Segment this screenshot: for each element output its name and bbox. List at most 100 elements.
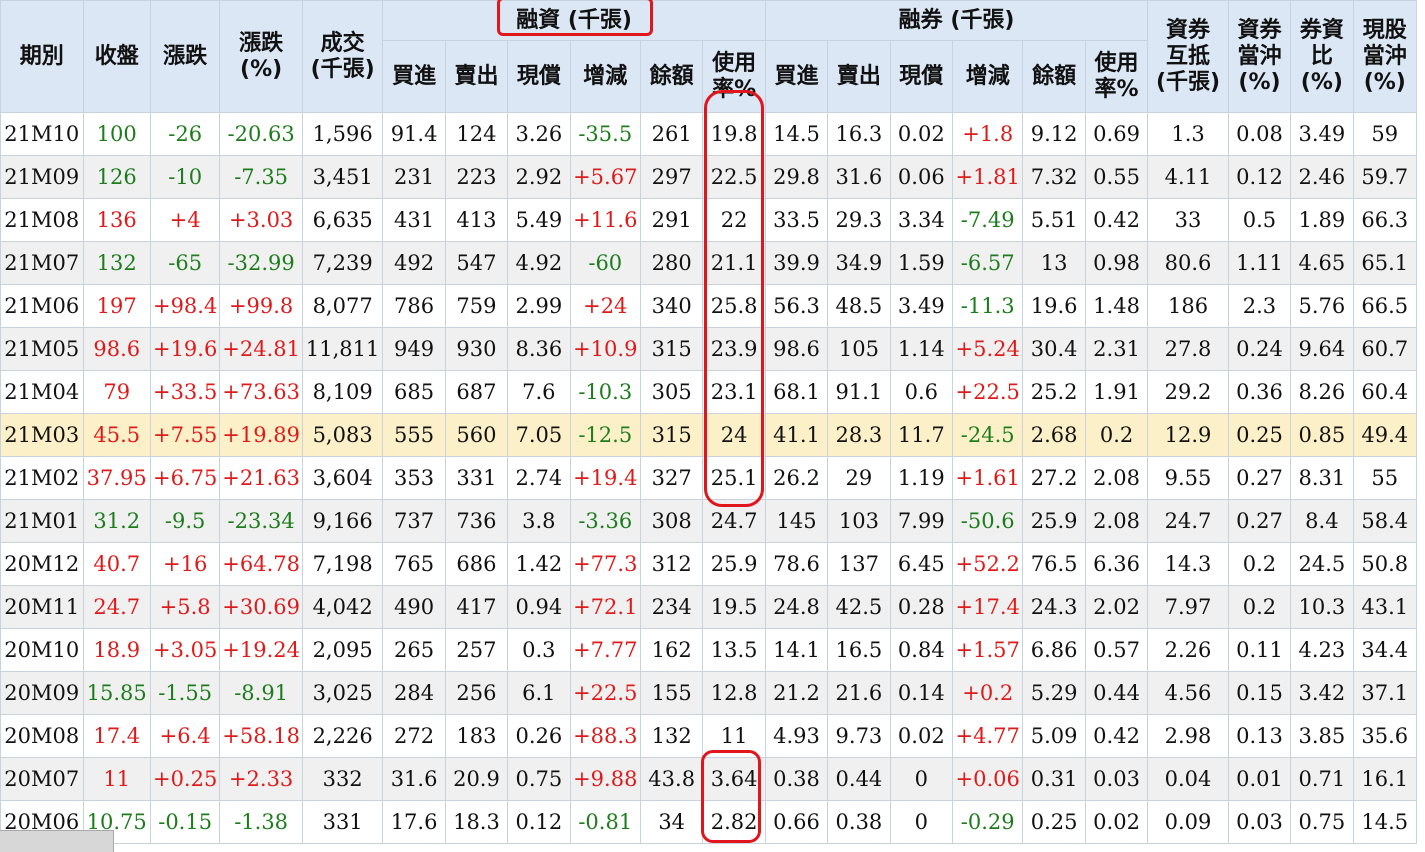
margin-buy-cell: 765	[382, 542, 446, 586]
header-volume[interactable]: 成交 (千張)	[301, 0, 384, 113]
short-buy-cell: 41.1	[764, 413, 829, 457]
table-row[interactable]: 20M11 24.7 +5.8 +30.69 4,042 490 417 0.94 +72.1 2…	[0, 585, 1418, 629]
change-cell: +4	[149, 198, 221, 242]
table-row[interactable]: 20M10 18.9 +3.05 +19.24 2,095 265 257 0.3 +7.77 1…	[0, 628, 1418, 672]
short-buy-cell: 24.8	[764, 585, 829, 629]
short-net-cell: +52.2	[951, 542, 1024, 586]
table-row[interactable]: 20M06 10.75 -0.15 -1.38 331 17.6 18.3 0.12 -0.81…	[0, 800, 1418, 844]
margin-sell-cell: 413	[444, 198, 509, 242]
change-pct-cell: +21.63	[219, 456, 303, 500]
short-buy-cell: 39.9	[764, 241, 829, 285]
header-short-usage[interactable]: 使用 率%	[1084, 40, 1149, 113]
short-repay-cell: 0.14	[889, 671, 954, 715]
header-margin-buy[interactable]: 買進	[382, 40, 446, 113]
table-row[interactable]: 21M03 45.5 +7.55 +19.89 5,083 555 560 7.05 -12.5…	[0, 413, 1418, 457]
header-short-buy[interactable]: 買進	[764, 40, 829, 113]
close-cell: 24.7	[82, 585, 151, 629]
margin-net-cell: +11.6	[569, 198, 641, 242]
change-pct-cell: -7.35	[219, 155, 303, 199]
margin-repay-cell: 8.36	[507, 327, 571, 371]
margin-sell-cell: 759	[444, 284, 509, 328]
header-margin-sell[interactable]: 賣出	[444, 40, 509, 113]
header-change-pct[interactable]: 漲跌 (%)	[219, 0, 303, 113]
short-margin-ratio-cell: 4.23	[1290, 628, 1354, 672]
offset-cell: 1.3	[1147, 112, 1229, 156]
table-row[interactable]: 21M07 132 -65 -32.99 7,239 492 547 4.92 -60 280 21…	[0, 241, 1418, 285]
offset-cell: 24.7	[1147, 499, 1229, 543]
short-usage-cell: 0.42	[1084, 714, 1149, 758]
table-row[interactable]: 20M12 40.7 +16 +64.78 7,198 765 686 1.42 +77.3 31…	[0, 542, 1418, 586]
table-row[interactable]: 21M04 79 +33.5 +73.63 8,109 685 687 7.6 -10.3 305…	[0, 370, 1418, 414]
short-buy-cell: 0.38	[764, 757, 829, 801]
margin-sell-cell: 686	[444, 542, 509, 586]
change-pct-cell: +2.33	[219, 757, 303, 801]
short-buy-cell: 78.6	[764, 542, 829, 586]
offset-cell: 14.3	[1147, 542, 1229, 586]
margin-usage-cell: 13.5	[702, 628, 766, 672]
short-margin-ratio-cell: 8.4	[1290, 499, 1354, 543]
margin-balance-cell: 297	[639, 155, 704, 199]
short-net-cell: -11.3	[951, 284, 1024, 328]
table-row[interactable]: 21M09 126 -10 -7.35 3,451 231 223 2.92 +5.67 297 2…	[0, 155, 1418, 199]
header-close[interactable]: 收盤	[82, 0, 151, 113]
daytrade-cell: 1.11	[1227, 241, 1292, 285]
margin-balance-cell: 132	[639, 714, 704, 758]
short-net-cell: +4.77	[951, 714, 1024, 758]
margin-balance-cell: 308	[639, 499, 704, 543]
margin-buy-cell: 231	[382, 155, 446, 199]
short-balance-cell: 25.9	[1022, 499, 1086, 543]
short-net-cell: -24.5	[951, 413, 1024, 457]
header-margin-usage[interactable]: 使用 率%	[702, 40, 766, 113]
change-pct-cell: -1.38	[219, 800, 303, 844]
header-margin-net[interactable]: 增減	[569, 40, 641, 113]
table-row[interactable]: 21M01 31.2 -9.5 -23.34 9,166 737 736 3.8 -3.36 30…	[0, 499, 1418, 543]
short-usage-cell: 6.36	[1084, 542, 1149, 586]
cash-daytrade-cell: 65.1	[1352, 241, 1418, 285]
volume-cell: 8,109	[301, 370, 384, 414]
table-row[interactable]: 21M10 100 -26 -20.63 1,596 91.4 124 3.26 -35.5 26…	[0, 112, 1418, 156]
period-cell: 21M08	[0, 198, 84, 242]
short-margin-ratio-cell: 5.76	[1290, 284, 1354, 328]
header-cash-daytrade[interactable]: 現股 當沖 (%)	[1352, 0, 1418, 113]
header-margin-balance[interactable]: 餘額	[639, 40, 704, 113]
header-short-net[interactable]: 增減	[951, 40, 1024, 113]
period-cell: 20M07	[0, 757, 84, 801]
header-change[interactable]: 漲跌	[149, 0, 221, 113]
margin-usage-cell: 22.5	[702, 155, 766, 199]
margin-buy-cell: 431	[382, 198, 446, 242]
table-row[interactable]: 21M02 37.95 +6.75 +21.63 3,604 353 331 2.74 +19.…	[0, 456, 1418, 500]
header-margin-repay[interactable]: 現償	[507, 40, 571, 113]
short-net-cell: +0.2	[951, 671, 1024, 715]
table-row[interactable]: 21M08 136 +4 +3.03 6,635 431 413 5.49 +11.6 291 22…	[0, 198, 1418, 242]
change-cell: +0.25	[149, 757, 221, 801]
header-short-sell[interactable]: 賣出	[827, 40, 891, 113]
margin-net-cell: -60	[569, 241, 641, 285]
margin-repay-cell: 4.92	[507, 241, 571, 285]
short-repay-cell: 0	[889, 800, 954, 844]
change-cell: +6.75	[149, 456, 221, 500]
short-sell-cell: 105	[827, 327, 891, 371]
header-period[interactable]: 期別	[0, 0, 84, 113]
table-row[interactable]: 21M05 98.6 +19.6 +24.81 11,811 949 930 8.36 +10.…	[0, 327, 1418, 371]
table-row[interactable]: 20M09 15.85 -1.55 -8.91 3,025 284 256 6.1 +22.5 1…	[0, 671, 1418, 715]
close-cell: 136	[82, 198, 151, 242]
header-short-repay[interactable]: 現償	[889, 40, 954, 113]
table-row[interactable]: 20M07 11 +0.25 +2.33 332 31.6 20.9 0.75 +9.88 43.…	[0, 757, 1418, 801]
horizontal-scrollbar[interactable]	[0, 830, 114, 852]
short-repay-cell: 11.7	[889, 413, 954, 457]
short-sell-cell: 103	[827, 499, 891, 543]
short-net-cell: +1.57	[951, 628, 1024, 672]
short-margin-ratio-cell: 8.31	[1290, 456, 1354, 500]
table-row[interactable]: 20M08 17.4 +6.4 +58.18 2,226 272 183 0.26 +88.3 1…	[0, 714, 1418, 758]
margin-repay-cell: 2.92	[507, 155, 571, 199]
header-short-balance[interactable]: 餘額	[1022, 40, 1086, 113]
change-pct-cell: +99.8	[219, 284, 303, 328]
header-short-margin-ratio[interactable]: 券資比 (%)	[1290, 0, 1354, 113]
header-offset[interactable]: 資券 互抵 (千張)	[1147, 0, 1229, 113]
header-daytrade[interactable]: 資券 當沖 (%)	[1227, 0, 1292, 113]
close-cell: 17.4	[82, 714, 151, 758]
close-cell: 37.95	[82, 456, 151, 500]
short-buy-cell: 21.2	[764, 671, 829, 715]
volume-cell: 332	[301, 757, 384, 801]
table-row[interactable]: 21M06 197 +98.4 +99.8 8,077 786 759 2.99 +24 340 2…	[0, 284, 1418, 328]
